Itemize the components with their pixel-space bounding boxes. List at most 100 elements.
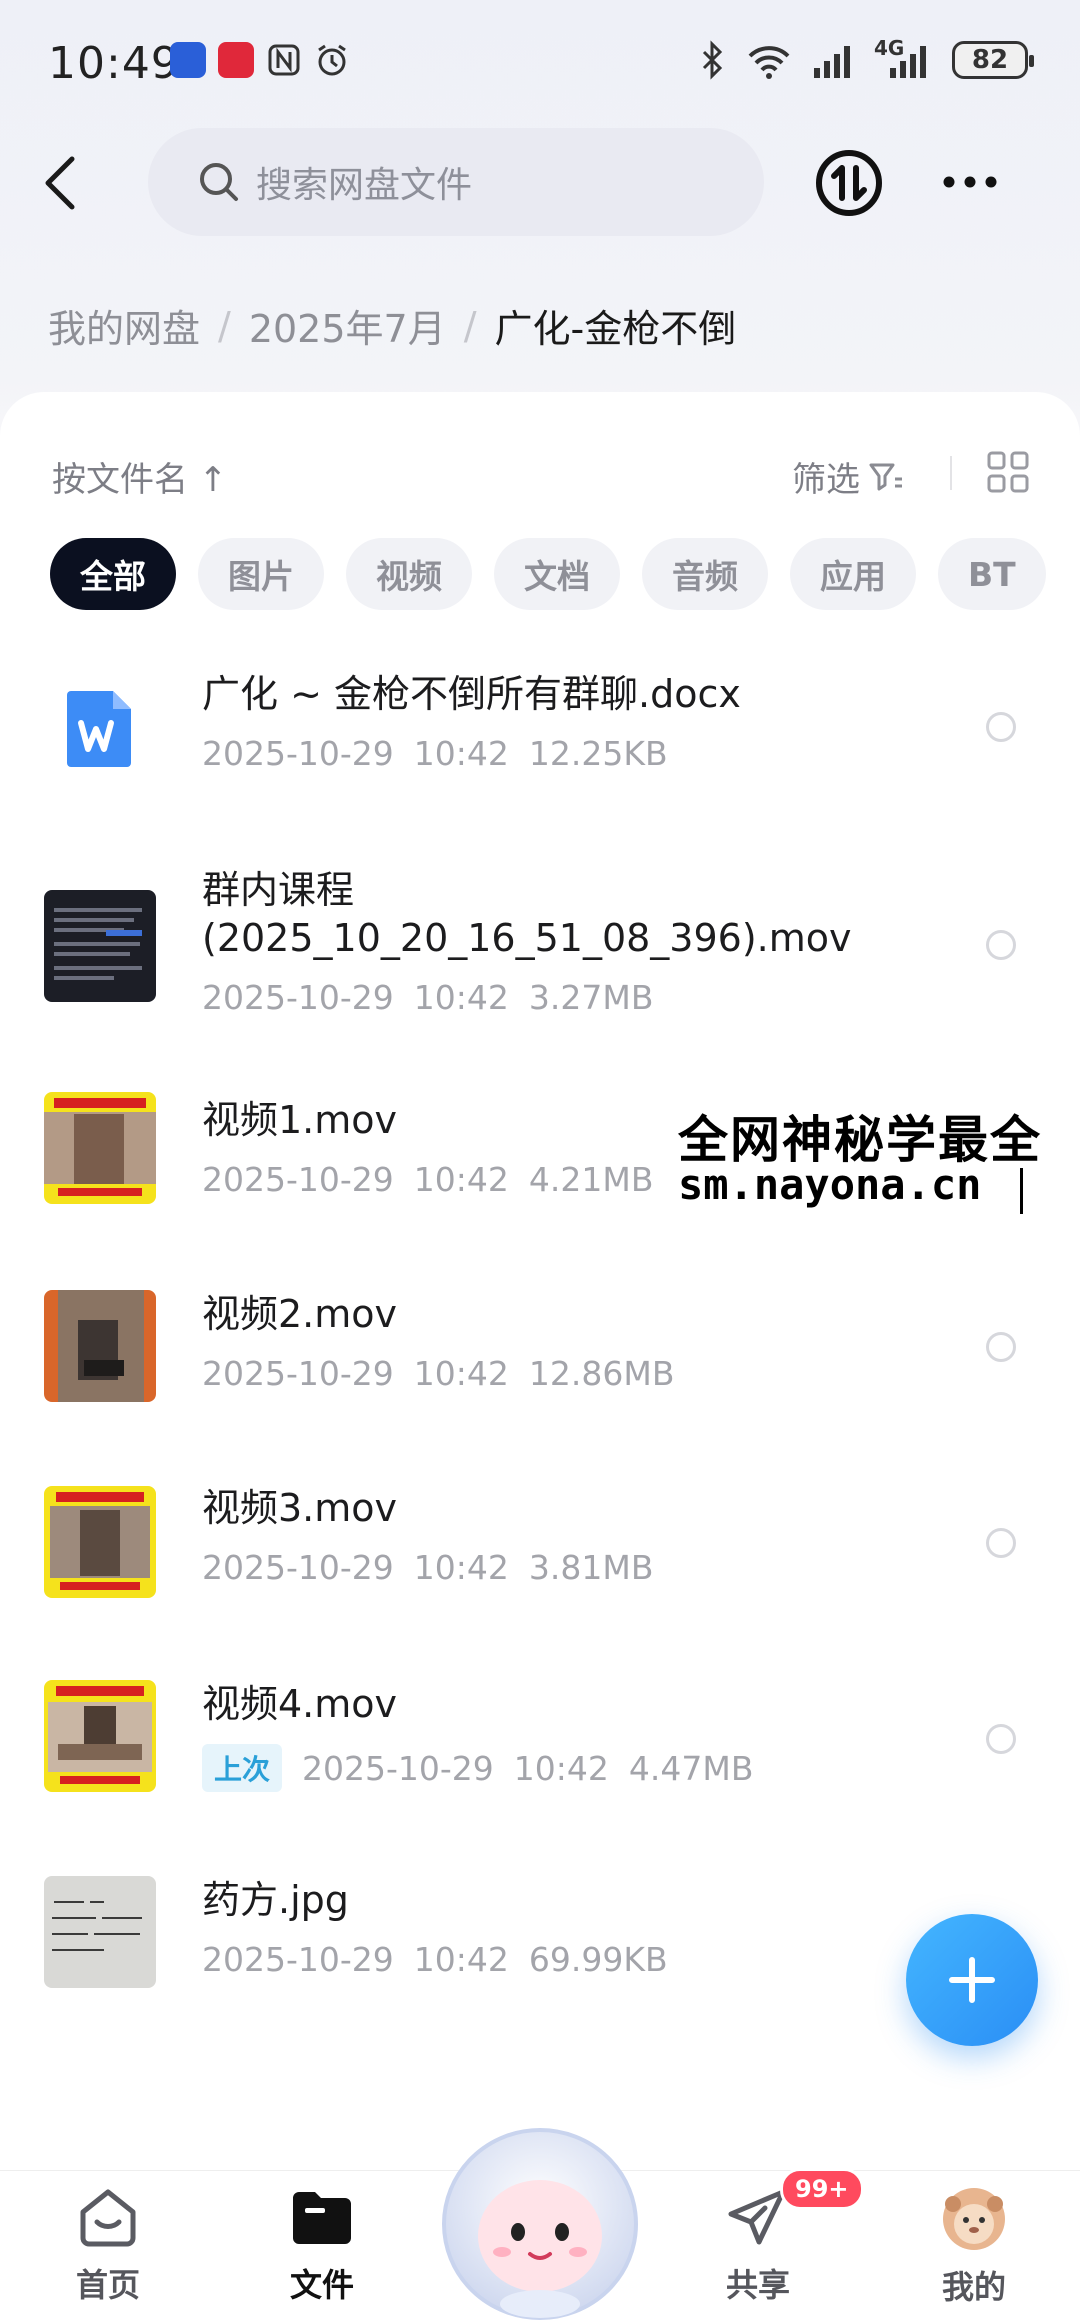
transfer-icon [816, 150, 882, 216]
signal-4g-icon: 4G [874, 36, 934, 80]
text-cursor [1020, 1168, 1023, 1214]
chip-images[interactable]: 图片 [198, 538, 324, 610]
file-name: 群内课程 (2025_10_20_16_51_08_396).mov [202, 868, 852, 960]
file-date: 2025-10-29 [202, 1354, 394, 1393]
add-file-button[interactable] [906, 1914, 1038, 2046]
file-time: 10:42 [413, 1354, 509, 1393]
toolbar-divider [950, 456, 952, 490]
alarm-icon [318, 44, 346, 76]
status-bar: 10:49 4G 82 [0, 0, 1080, 130]
image-thumbnail [44, 1876, 156, 1988]
file-date: 2025-10-29 [202, 1160, 394, 1199]
signal-icon [814, 46, 850, 78]
grid-view-toggle[interactable] [986, 450, 1030, 494]
breadcrumb: 我的网盘 / 2025年7月 / 广化-金枪不倒 [48, 298, 736, 353]
nfc-icon [268, 44, 300, 76]
word-file-icon [44, 672, 156, 784]
chip-audio[interactable]: 音频 [642, 538, 768, 610]
breadcrumb-current: 广化-金枪不倒 [494, 307, 737, 351]
nav-mine-label: 我的 [941, 2268, 1006, 2306]
nav-share-label: 共享 [725, 2266, 790, 2304]
file-row[interactable]: 视频4.mov 上次 2025-10-29 10:42 4.47MB [0, 1650, 1080, 1840]
file-time: 10:42 [513, 1748, 609, 1788]
notification-icons [170, 42, 350, 78]
breadcrumb-folder[interactable]: 2025年7月 [249, 298, 446, 353]
nav-mine[interactable]: 我的 [904, 2186, 1044, 2316]
file-name: 视频3.mov [202, 1486, 398, 1530]
grid-view-icon [987, 451, 1029, 493]
system-status-icons: 4G 82 [700, 36, 1034, 80]
bluetooth-icon [702, 40, 723, 80]
file-date: 2025-10-29 [202, 978, 394, 1017]
file-meta: 2025-10-29 10:42 3.27MB [202, 978, 653, 1017]
chip-apps[interactable]: 应用 [790, 538, 916, 610]
status-time: 10:49 [48, 38, 180, 89]
file-size: 12.25KB [528, 734, 668, 773]
wifi-icon [748, 46, 790, 79]
select-radio[interactable] [986, 1332, 1016, 1362]
watermark-url: sm.nayona.cn [678, 1160, 982, 1209]
filter-button[interactable]: 筛选 [792, 452, 904, 501]
file-row[interactable]: 广化 ~ 金枪不倒所有群聊.docx 2025-10-29 10:42 12.2… [0, 636, 1080, 826]
video-thumbnail [44, 1680, 156, 1792]
transfer-button[interactable] [814, 148, 884, 218]
file-name: 广化 ~ 金枪不倒所有群聊.docx [202, 672, 741, 716]
breadcrumb-separator: / [463, 303, 477, 348]
nav-home-label: 首页 [75, 2266, 140, 2304]
chip-documents[interactable]: 文档 [494, 538, 620, 610]
file-time: 10:42 [413, 1160, 509, 1199]
nav-home[interactable]: 首页 [38, 2186, 178, 2316]
select-radio[interactable] [986, 930, 1016, 960]
nav-files[interactable]: 文件 [252, 2186, 392, 2316]
file-row[interactable]: 视频2.mov 2025-10-29 10:42 12.86MB [0, 1258, 1080, 1448]
search-icon [200, 163, 238, 201]
nav-files-label: 文件 [289, 2266, 354, 2304]
file-row[interactable]: 视频3.mov 2025-10-29 10:42 3.81MB [0, 1454, 1080, 1644]
chip-video[interactable]: 视频 [346, 538, 472, 610]
video-thumbnail [44, 1290, 156, 1402]
more-options-button[interactable] [940, 160, 1000, 204]
category-chips: 全部 图片 视频 文档 音频 应用 BT [50, 538, 1046, 610]
file-time: 10:42 [413, 1940, 509, 1979]
video-thumbnail [44, 890, 156, 1002]
file-time: 10:42 [413, 1548, 509, 1587]
home-icon [80, 2189, 136, 2247]
avatar [943, 2188, 1005, 2250]
assistant-mascot-button[interactable] [432, 2104, 648, 2324]
file-meta: 2025-10-29 10:42 69.99KB [202, 1940, 668, 1979]
file-meta: 上次 2025-10-29 10:42 4.47MB [202, 1744, 754, 1792]
file-size: 12.86MB [528, 1354, 675, 1393]
file-date: 2025-10-29 [202, 1548, 394, 1587]
select-radio[interactable] [986, 1528, 1016, 1558]
sort-by-name-button[interactable]: 按文件名 ↑ [52, 452, 227, 501]
chevron-left-icon [45, 156, 75, 210]
chip-all[interactable]: 全部 [50, 538, 176, 610]
video-thumbnail [44, 1092, 156, 1204]
select-radio[interactable] [986, 1724, 1016, 1754]
breadcrumb-root[interactable]: 我的网盘 [48, 298, 200, 353]
file-meta: 2025-10-29 10:42 12.86MB [202, 1354, 674, 1393]
file-meta: 2025-10-29 10:42 12.25KB [202, 734, 668, 773]
search-input[interactable]: 搜索网盘文件 [148, 128, 764, 236]
search-placeholder: 搜索网盘文件 [256, 165, 473, 206]
chip-bt[interactable]: BT [938, 538, 1046, 610]
select-radio[interactable] [986, 712, 1016, 742]
file-size: 4.21MB [528, 1160, 654, 1199]
filter-icon [869, 463, 902, 490]
video-thumbnail [44, 1486, 156, 1598]
file-time: 10:42 [413, 734, 509, 773]
filter-label: 筛选 [792, 460, 860, 500]
file-time: 10:42 [413, 978, 509, 1017]
plus-icon [949, 1957, 995, 2003]
file-meta: 2025-10-29 10:42 3.81MB [202, 1548, 653, 1587]
app-notification-icon [218, 42, 254, 78]
back-button[interactable] [40, 148, 90, 218]
file-size: 3.81MB [528, 1548, 654, 1587]
file-date: 2025-10-29 [202, 734, 394, 773]
file-date: 2025-10-29 [202, 1940, 394, 1979]
file-size: 69.99KB [528, 1940, 668, 1979]
file-size: 3.27MB [528, 978, 654, 1017]
more-icon [943, 176, 997, 188]
file-row[interactable]: 群内课程 (2025_10_20_16_51_08_396).mov 2025-… [0, 860, 1080, 1050]
file-name: 视频1.mov [202, 1098, 398, 1142]
